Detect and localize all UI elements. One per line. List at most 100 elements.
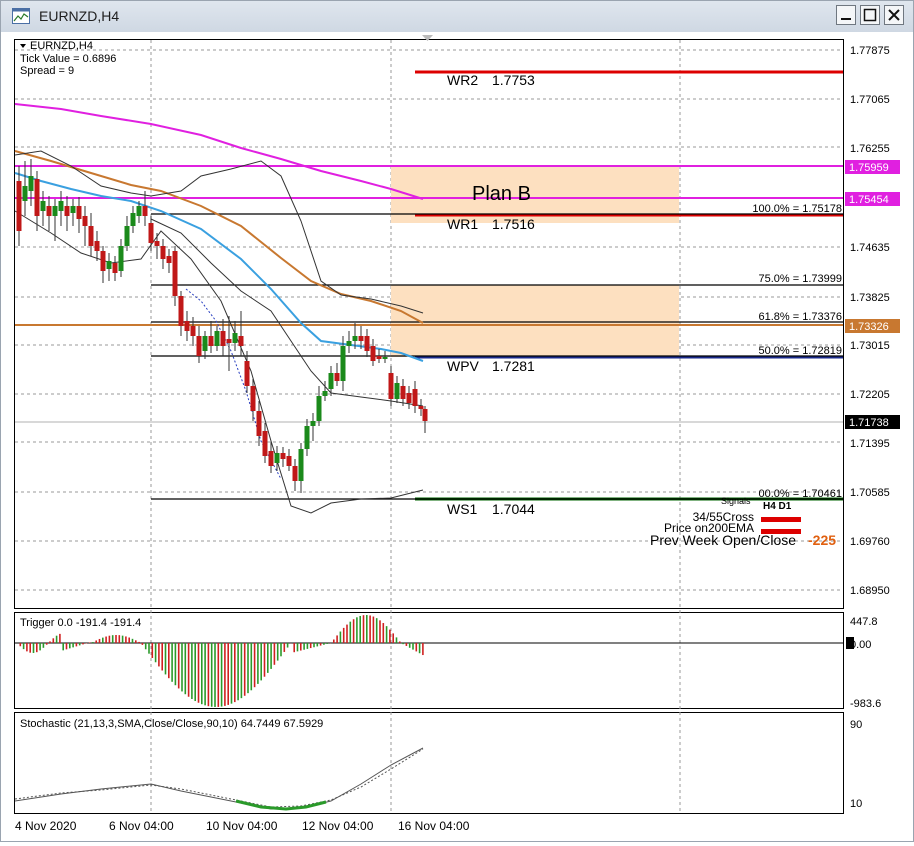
candle-body bbox=[136, 206, 142, 216]
maximize-button[interactable] bbox=[860, 5, 880, 25]
candle-body bbox=[286, 456, 292, 466]
trigger-label: Trigger 0.0 -191.4 -191.4 bbox=[20, 617, 141, 629]
svg-text:1.76255: 1.76255 bbox=[850, 143, 890, 155]
candle-body bbox=[94, 241, 100, 251]
candle-body bbox=[208, 336, 214, 346]
candle-body bbox=[28, 176, 34, 191]
wr2-value: 1.7753 bbox=[492, 72, 535, 88]
candle-body bbox=[184, 321, 190, 331]
svg-text:4 Nov 2020: 4 Nov 2020 bbox=[15, 819, 77, 833]
candle-body bbox=[70, 206, 76, 213]
candle-body bbox=[34, 179, 40, 216]
candle-body bbox=[16, 181, 22, 231]
signals-timeframes: H4 D1 bbox=[763, 501, 792, 512]
svg-text:1.73326: 1.73326 bbox=[849, 321, 889, 333]
candle-body bbox=[328, 373, 334, 389]
candle-body bbox=[58, 201, 64, 211]
close-button[interactable] bbox=[884, 5, 904, 25]
candle-body bbox=[190, 326, 196, 336]
signal-cross-indicator bbox=[761, 517, 801, 522]
fib-50-label: 50.0% = 1.72819 bbox=[759, 345, 843, 357]
chart-window: EURNZD,H4 EURNZD,H4 Tick Value = 0.6896 … bbox=[0, 0, 914, 842]
maximize-icon bbox=[863, 8, 877, 22]
candle-body bbox=[394, 383, 400, 399]
candle-body bbox=[202, 336, 208, 351]
wr2-label: WR2 bbox=[447, 72, 478, 88]
candle-body bbox=[118, 246, 124, 271]
candle-body bbox=[340, 346, 346, 381]
candle-body bbox=[388, 373, 394, 399]
title-bar[interactable]: EURNZD,H4 bbox=[1, 1, 913, 33]
candle-body bbox=[88, 226, 94, 246]
fib-618-label: 61.8% = 1.73376 bbox=[759, 311, 843, 323]
trigger-axis-top: 447.8 bbox=[850, 616, 878, 628]
candle-body bbox=[298, 449, 304, 481]
candle-body bbox=[76, 206, 82, 219]
svg-text:1.70585: 1.70585 bbox=[850, 487, 890, 499]
candle-body bbox=[220, 331, 226, 346]
candle-body bbox=[304, 426, 310, 449]
window-title: EURNZD,H4 bbox=[39, 8, 120, 24]
svg-text:1.75454: 1.75454 bbox=[849, 194, 889, 206]
tick-value-label: Tick Value = 0.6896 bbox=[20, 53, 116, 65]
candle-body bbox=[316, 396, 322, 421]
candle-body bbox=[382, 357, 388, 359]
candle-body bbox=[364, 336, 370, 351]
chart-window-icon bbox=[12, 8, 30, 24]
stochastic-axis-top: 90 bbox=[850, 719, 862, 731]
svg-text:1.71395: 1.71395 bbox=[850, 438, 890, 450]
candle-body bbox=[268, 451, 274, 466]
time-axis: 4 Nov 2020 6 Nov 04:00 10 Nov 04:00 12 N… bbox=[15, 819, 470, 833]
candle-body bbox=[280, 453, 286, 459]
candle-body bbox=[406, 393, 412, 403]
candle-body bbox=[214, 331, 220, 346]
candle-body bbox=[274, 453, 280, 463]
candle-body bbox=[106, 261, 112, 269]
candle-body bbox=[292, 466, 298, 481]
candle-body bbox=[422, 409, 428, 421]
candle-body bbox=[100, 251, 106, 271]
svg-text:1.69760: 1.69760 bbox=[850, 536, 890, 548]
ws1-label: WS1 bbox=[447, 501, 478, 517]
candle-body bbox=[178, 296, 184, 326]
pivot-zone bbox=[391, 285, 679, 357]
wr1-value: 1.7516 bbox=[492, 216, 535, 232]
svg-text:1.74635: 1.74635 bbox=[850, 242, 890, 254]
ws1-value: 1.7044 bbox=[492, 501, 535, 517]
signals-header: Signals bbox=[721, 496, 751, 506]
svg-text:1.77875: 1.77875 bbox=[850, 45, 890, 57]
stochastic-label: Stochastic (21,13,3,SMA,Close/Close,90,1… bbox=[20, 718, 323, 730]
svg-text:1.72205: 1.72205 bbox=[850, 389, 890, 401]
candle-body bbox=[124, 226, 130, 246]
candle-body bbox=[148, 223, 154, 243]
chart-area[interactable]: EURNZD,H4 Tick Value = 0.6896 Spread = 9… bbox=[1, 32, 913, 841]
chart-canvas[interactable]: EURNZD,H4 Tick Value = 0.6896 Spread = 9… bbox=[1, 32, 913, 841]
svg-text:10 Nov 04:00: 10 Nov 04:00 bbox=[206, 819, 278, 833]
fib-75-label: 75.0% = 1.73999 bbox=[759, 273, 843, 285]
candle-body bbox=[334, 373, 340, 381]
close-icon bbox=[888, 9, 900, 21]
candle-body bbox=[142, 206, 148, 216]
wpv-label: WPV bbox=[447, 358, 480, 374]
candle-body bbox=[172, 251, 178, 296]
svg-text:1.73015: 1.73015 bbox=[850, 340, 890, 352]
candle-body bbox=[40, 201, 46, 211]
candle-body bbox=[226, 339, 232, 343]
wr1-label: WR1 bbox=[447, 216, 478, 232]
candle-body bbox=[310, 421, 316, 426]
candle-body bbox=[130, 213, 136, 226]
candle-body bbox=[262, 431, 268, 456]
fib-0-label: 00.0% = 1.70461 bbox=[759, 488, 843, 500]
minimize-icon bbox=[841, 18, 851, 20]
candle-body bbox=[238, 336, 244, 346]
candle-body bbox=[418, 406, 424, 409]
minimize-button[interactable] bbox=[836, 5, 856, 25]
candle-body bbox=[256, 411, 262, 436]
trigger-axis-bottom: -983.6 bbox=[850, 698, 881, 710]
svg-text:1.75959: 1.75959 bbox=[849, 162, 889, 174]
candle-body bbox=[370, 346, 376, 361]
trigger-axis-zero: 0.00 bbox=[850, 639, 871, 651]
candle-body bbox=[400, 386, 406, 399]
svg-text:1.77065: 1.77065 bbox=[850, 94, 890, 106]
candle-body bbox=[154, 241, 160, 246]
